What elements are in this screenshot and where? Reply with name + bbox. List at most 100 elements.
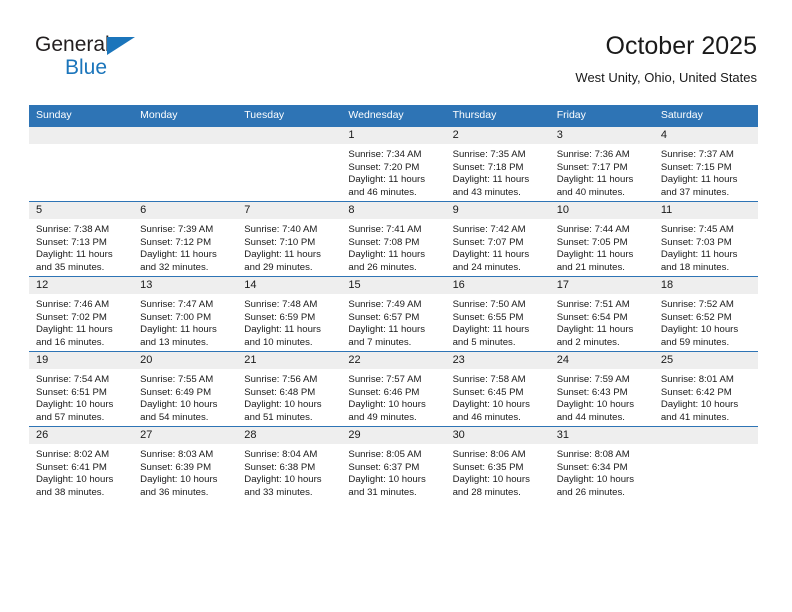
calendar-day-cell[interactable]: 7 Sunrise: 7:40 AM Sunset: 7:10 PM Daylight…: [237, 201, 342, 277]
sunrise-text: Sunrise: 7:54 AM: [36, 374, 110, 385]
calendar-day-cell[interactable]: 4 Sunrise: 7:37 AM Sunset: 7:15 PM Daylight…: [653, 126, 758, 202]
calendar-day-cell[interactable]: 27 Sunrise: 8:03 AM Sunset: 6:39 PM Dayligh…: [133, 426, 238, 501]
day-number: 27: [133, 427, 238, 444]
daylight-text: Daylight: 10 hours and 36 minutes.: [140, 474, 218, 498]
day-number: 4: [653, 127, 758, 144]
daylight-text: Daylight: 11 hours and 29 minutes.: [244, 249, 321, 273]
calendar-day-cell[interactable]: 29 Sunrise: 8:05 AM Sunset: 6:37 PM Dayligh…: [341, 426, 446, 501]
sunrise-text: Sunrise: 7:40 AM: [244, 224, 318, 235]
sunrise-text: Sunrise: 7:44 AM: [556, 224, 630, 235]
day-sun-info: Sunrise: 7:35 AM Sunset: 7:18 PM Daylight:…: [446, 144, 550, 199]
calendar-day-cell[interactable]: 1 Sunrise: 7:34 AM Sunset: 7:20 PM Daylight…: [341, 126, 446, 202]
day-sun-info: Sunrise: 7:58 AM Sunset: 6:45 PM Daylight:…: [446, 369, 550, 424]
calendar-day-cell-empty: [29, 126, 134, 202]
day-number: 3: [549, 127, 654, 144]
calendar-day-cell[interactable]: 10 Sunrise: 7:44 AM Sunset: 7:05 PM Dayligh…: [549, 201, 654, 277]
sunset-text: Sunset: 6:57 PM: [348, 311, 420, 323]
day-sun-info: Sunrise: 7:39 AM Sunset: 7:12 PM Daylight:…: [133, 219, 237, 274]
sunrise-text: Sunrise: 7:34 AM: [348, 149, 422, 160]
calendar-body: 1 Sunrise: 7:34 AM Sunset: 7:20 PM Daylight…: [29, 126, 758, 501]
calendar-day-cell[interactable]: 18 Sunrise: 7:52 AM Sunset: 6:52 PM Dayligh…: [653, 276, 758, 352]
sunset-text: Sunset: 6:41 PM: [36, 461, 107, 473]
calendar-day-cell[interactable]: 12 Sunrise: 7:46 AM Sunset: 7:02 PM Dayligh…: [29, 276, 134, 352]
sunset-text: Sunset: 6:59 PM: [244, 311, 316, 323]
day-sun-info: Sunrise: 7:50 AM Sunset: 6:55 PM Daylight:…: [446, 294, 550, 349]
sunset-text: Sunset: 6:37 PM: [348, 461, 420, 473]
daylight-text: Daylight: 11 hours and 40 minutes.: [556, 174, 634, 198]
weekday-header-monday: Monday: [133, 105, 238, 127]
sunrise-text: Sunrise: 7:36 AM: [556, 149, 630, 160]
calendar-day-cell-empty: [237, 126, 342, 202]
calendar-day-cell[interactable]: 3 Sunrise: 7:36 AM Sunset: 7:17 PM Daylight…: [549, 126, 654, 202]
calendar-day-cell[interactable]: 25 Sunrise: 8:01 AM Sunset: 6:42 PM Dayligh…: [653, 351, 758, 427]
day-sun-info: Sunrise: 7:37 AM Sunset: 7:15 PM Daylight:…: [654, 144, 758, 199]
general-blue-logo[interactable]: General Blue: [35, 34, 235, 88]
day-number: 29: [341, 427, 446, 444]
day-number: [237, 127, 342, 144]
daylight-text: Daylight: 10 hours and 33 minutes.: [244, 474, 322, 498]
sunrise-text: Sunrise: 7:45 AM: [660, 224, 734, 235]
calendar-day-cell[interactable]: 19 Sunrise: 7:54 AM Sunset: 6:51 PM Dayligh…: [29, 351, 134, 427]
day-number: 22: [341, 352, 446, 369]
day-sun-info: Sunrise: 7:48 AM Sunset: 6:59 PM Daylight:…: [237, 294, 341, 349]
sunset-text: Sunset: 6:46 PM: [348, 386, 420, 398]
calendar-day-cell[interactable]: 28 Sunrise: 8:04 AM Sunset: 6:38 PM Dayligh…: [237, 426, 342, 501]
calendar-day-cell[interactable]: 14 Sunrise: 7:48 AM Sunset: 6:59 PM Dayligh…: [237, 276, 342, 352]
sunrise-text: Sunrise: 7:58 AM: [452, 374, 526, 385]
calendar-day-cell[interactable]: 21 Sunrise: 7:56 AM Sunset: 6:48 PM Dayligh…: [237, 351, 342, 427]
calendar-day-cell[interactable]: 23 Sunrise: 7:58 AM Sunset: 6:45 PM Dayligh…: [445, 351, 550, 427]
sunrise-text: Sunrise: 7:55 AM: [140, 374, 214, 385]
daylight-text: Daylight: 10 hours and 51 minutes.: [244, 399, 322, 423]
sunrise-text: Sunrise: 7:38 AM: [36, 224, 110, 235]
day-number: 6: [133, 202, 238, 219]
daylight-text: Daylight: 11 hours and 26 minutes.: [348, 249, 426, 273]
weekday-header-sunday: Sunday: [29, 105, 134, 127]
sunrise-text: Sunrise: 7:46 AM: [36, 299, 110, 310]
day-number: 9: [445, 202, 550, 219]
sunset-text: Sunset: 7:13 PM: [36, 236, 107, 248]
sunset-text: Sunset: 6:52 PM: [660, 311, 732, 323]
sunrise-text: Sunrise: 8:02 AM: [36, 449, 110, 460]
sunset-text: Sunset: 7:03 PM: [660, 236, 732, 248]
day-number: [653, 427, 758, 444]
calendar-day-cell[interactable]: 24 Sunrise: 7:59 AM Sunset: 6:43 PM Dayligh…: [549, 351, 654, 427]
calendar-day-cell[interactable]: 5 Sunrise: 7:38 AM Sunset: 7:13 PM Daylight…: [29, 201, 134, 277]
sunrise-text: Sunrise: 8:03 AM: [140, 449, 214, 460]
sunset-text: Sunset: 6:38 PM: [244, 461, 316, 473]
sunset-text: Sunset: 6:43 PM: [556, 386, 628, 398]
day-sun-info: Sunrise: 7:51 AM Sunset: 6:54 PM Daylight:…: [550, 294, 654, 349]
calendar-day-cell[interactable]: 31 Sunrise: 8:08 AM Sunset: 6:34 PM Dayligh…: [549, 426, 654, 501]
calendar-day-cell[interactable]: 9 Sunrise: 7:42 AM Sunset: 7:07 PM Daylight…: [445, 201, 550, 277]
day-sun-info: Sunrise: 7:42 AM Sunset: 7:07 PM Daylight:…: [446, 219, 550, 274]
daylight-text: Daylight: 11 hours and 37 minutes.: [660, 174, 738, 198]
calendar-day-cell[interactable]: 11 Sunrise: 7:45 AM Sunset: 7:03 PM Dayligh…: [653, 201, 758, 277]
sunset-text: Sunset: 6:42 PM: [660, 386, 732, 398]
weekday-header-thursday: Thursday: [445, 105, 550, 127]
calendar-day-cell[interactable]: 26 Sunrise: 8:02 AM Sunset: 6:41 PM Dayligh…: [29, 426, 134, 501]
day-sun-info: Sunrise: 7:46 AM Sunset: 7:02 PM Daylight:…: [29, 294, 133, 349]
calendar-day-cell[interactable]: 8 Sunrise: 7:41 AM Sunset: 7:08 PM Daylight…: [341, 201, 446, 277]
daylight-text: Daylight: 10 hours and 59 minutes.: [660, 324, 739, 348]
day-number: 5: [29, 202, 134, 219]
logo-word-general: General: [35, 33, 110, 56]
title-block: October 2025 West Unity, Ohio, United St…: [575, 30, 757, 88]
day-sun-info: Sunrise: 7:49 AM Sunset: 6:57 PM Daylight:…: [341, 294, 445, 349]
calendar-day-cell[interactable]: 15 Sunrise: 7:49 AM Sunset: 6:57 PM Dayligh…: [341, 276, 446, 352]
sunrise-text: Sunrise: 7:49 AM: [348, 299, 422, 310]
day-number: 17: [549, 277, 654, 294]
sunset-text: Sunset: 6:45 PM: [452, 386, 524, 398]
sunrise-text: Sunrise: 8:05 AM: [348, 449, 422, 460]
calendar-day-cell[interactable]: 22 Sunrise: 7:57 AM Sunset: 6:46 PM Dayligh…: [341, 351, 446, 427]
day-number: 18: [653, 277, 758, 294]
calendar-day-cell[interactable]: 17 Sunrise: 7:51 AM Sunset: 6:54 PM Dayligh…: [549, 276, 654, 352]
calendar-day-cell[interactable]: 2 Sunrise: 7:35 AM Sunset: 7:18 PM Daylight…: [445, 126, 550, 202]
calendar-day-cell[interactable]: 13 Sunrise: 7:47 AM Sunset: 7:00 PM Dayligh…: [133, 276, 238, 352]
sunrise-text: Sunrise: 7:52 AM: [660, 299, 734, 310]
sunset-text: Sunset: 6:35 PM: [452, 461, 524, 473]
calendar-day-cell[interactable]: 30 Sunrise: 8:06 AM Sunset: 6:35 PM Dayligh…: [445, 426, 550, 501]
sunrise-text: Sunrise: 7:37 AM: [660, 149, 734, 160]
calendar-day-cell[interactable]: 20 Sunrise: 7:55 AM Sunset: 6:49 PM Dayligh…: [133, 351, 238, 427]
calendar-day-cell[interactable]: 6 Sunrise: 7:39 AM Sunset: 7:12 PM Daylight…: [133, 201, 238, 277]
day-sun-info: Sunrise: 8:04 AM Sunset: 6:38 PM Daylight:…: [237, 444, 341, 499]
calendar-day-cell[interactable]: 16 Sunrise: 7:50 AM Sunset: 6:55 PM Dayligh…: [445, 276, 550, 352]
